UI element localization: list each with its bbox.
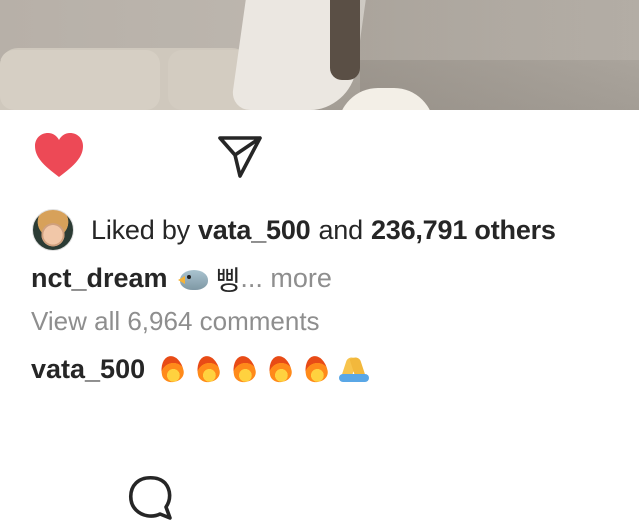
comment-bubble-icon — [128, 475, 172, 520]
bird-emoji-icon — [177, 265, 210, 291]
liker-username[interactable]: vata_500 — [198, 215, 311, 246]
comment-author[interactable]: vata_500 — [31, 354, 145, 385]
post-image[interactable] — [0, 0, 639, 110]
comment-button[interactable] — [122, 475, 178, 520]
share-button[interactable] — [212, 128, 268, 184]
fire-emoji-icon — [192, 353, 223, 385]
fire-emoji-icon — [264, 353, 295, 385]
likes-prefix: Liked by — [91, 214, 190, 245]
heart-filled-icon — [35, 133, 83, 177]
likes-conjunction: and — [318, 214, 363, 245]
view-all-comments-link[interactable]: View all 6,964 comments — [31, 306, 320, 337]
like-button[interactable] — [31, 128, 87, 184]
caption-more-link[interactable]: ... more — [240, 263, 332, 294]
folded-hands-emoji-icon — [337, 354, 371, 384]
liker-avatar[interactable] — [32, 209, 74, 251]
fire-emoji-icon — [228, 353, 259, 385]
likes-summary[interactable]: Liked by vata_500 and 236,791 others — [32, 208, 556, 252]
caption-text: 삥 — [215, 265, 241, 296]
caption-author[interactable]: nct_dream — [31, 263, 168, 294]
comment-row: vata_500 — [31, 350, 371, 388]
image-arm — [330, 0, 360, 80]
post-caption: nct_dream 삥 ... more — [31, 258, 332, 298]
paper-plane-icon — [218, 136, 262, 178]
fire-emoji-icon — [300, 353, 331, 385]
image-cushion — [0, 50, 160, 110]
likes-count[interactable]: 236,791 others — [371, 215, 556, 246]
post-actions-bar — [0, 128, 639, 520]
fire-emoji-icon — [156, 353, 187, 385]
